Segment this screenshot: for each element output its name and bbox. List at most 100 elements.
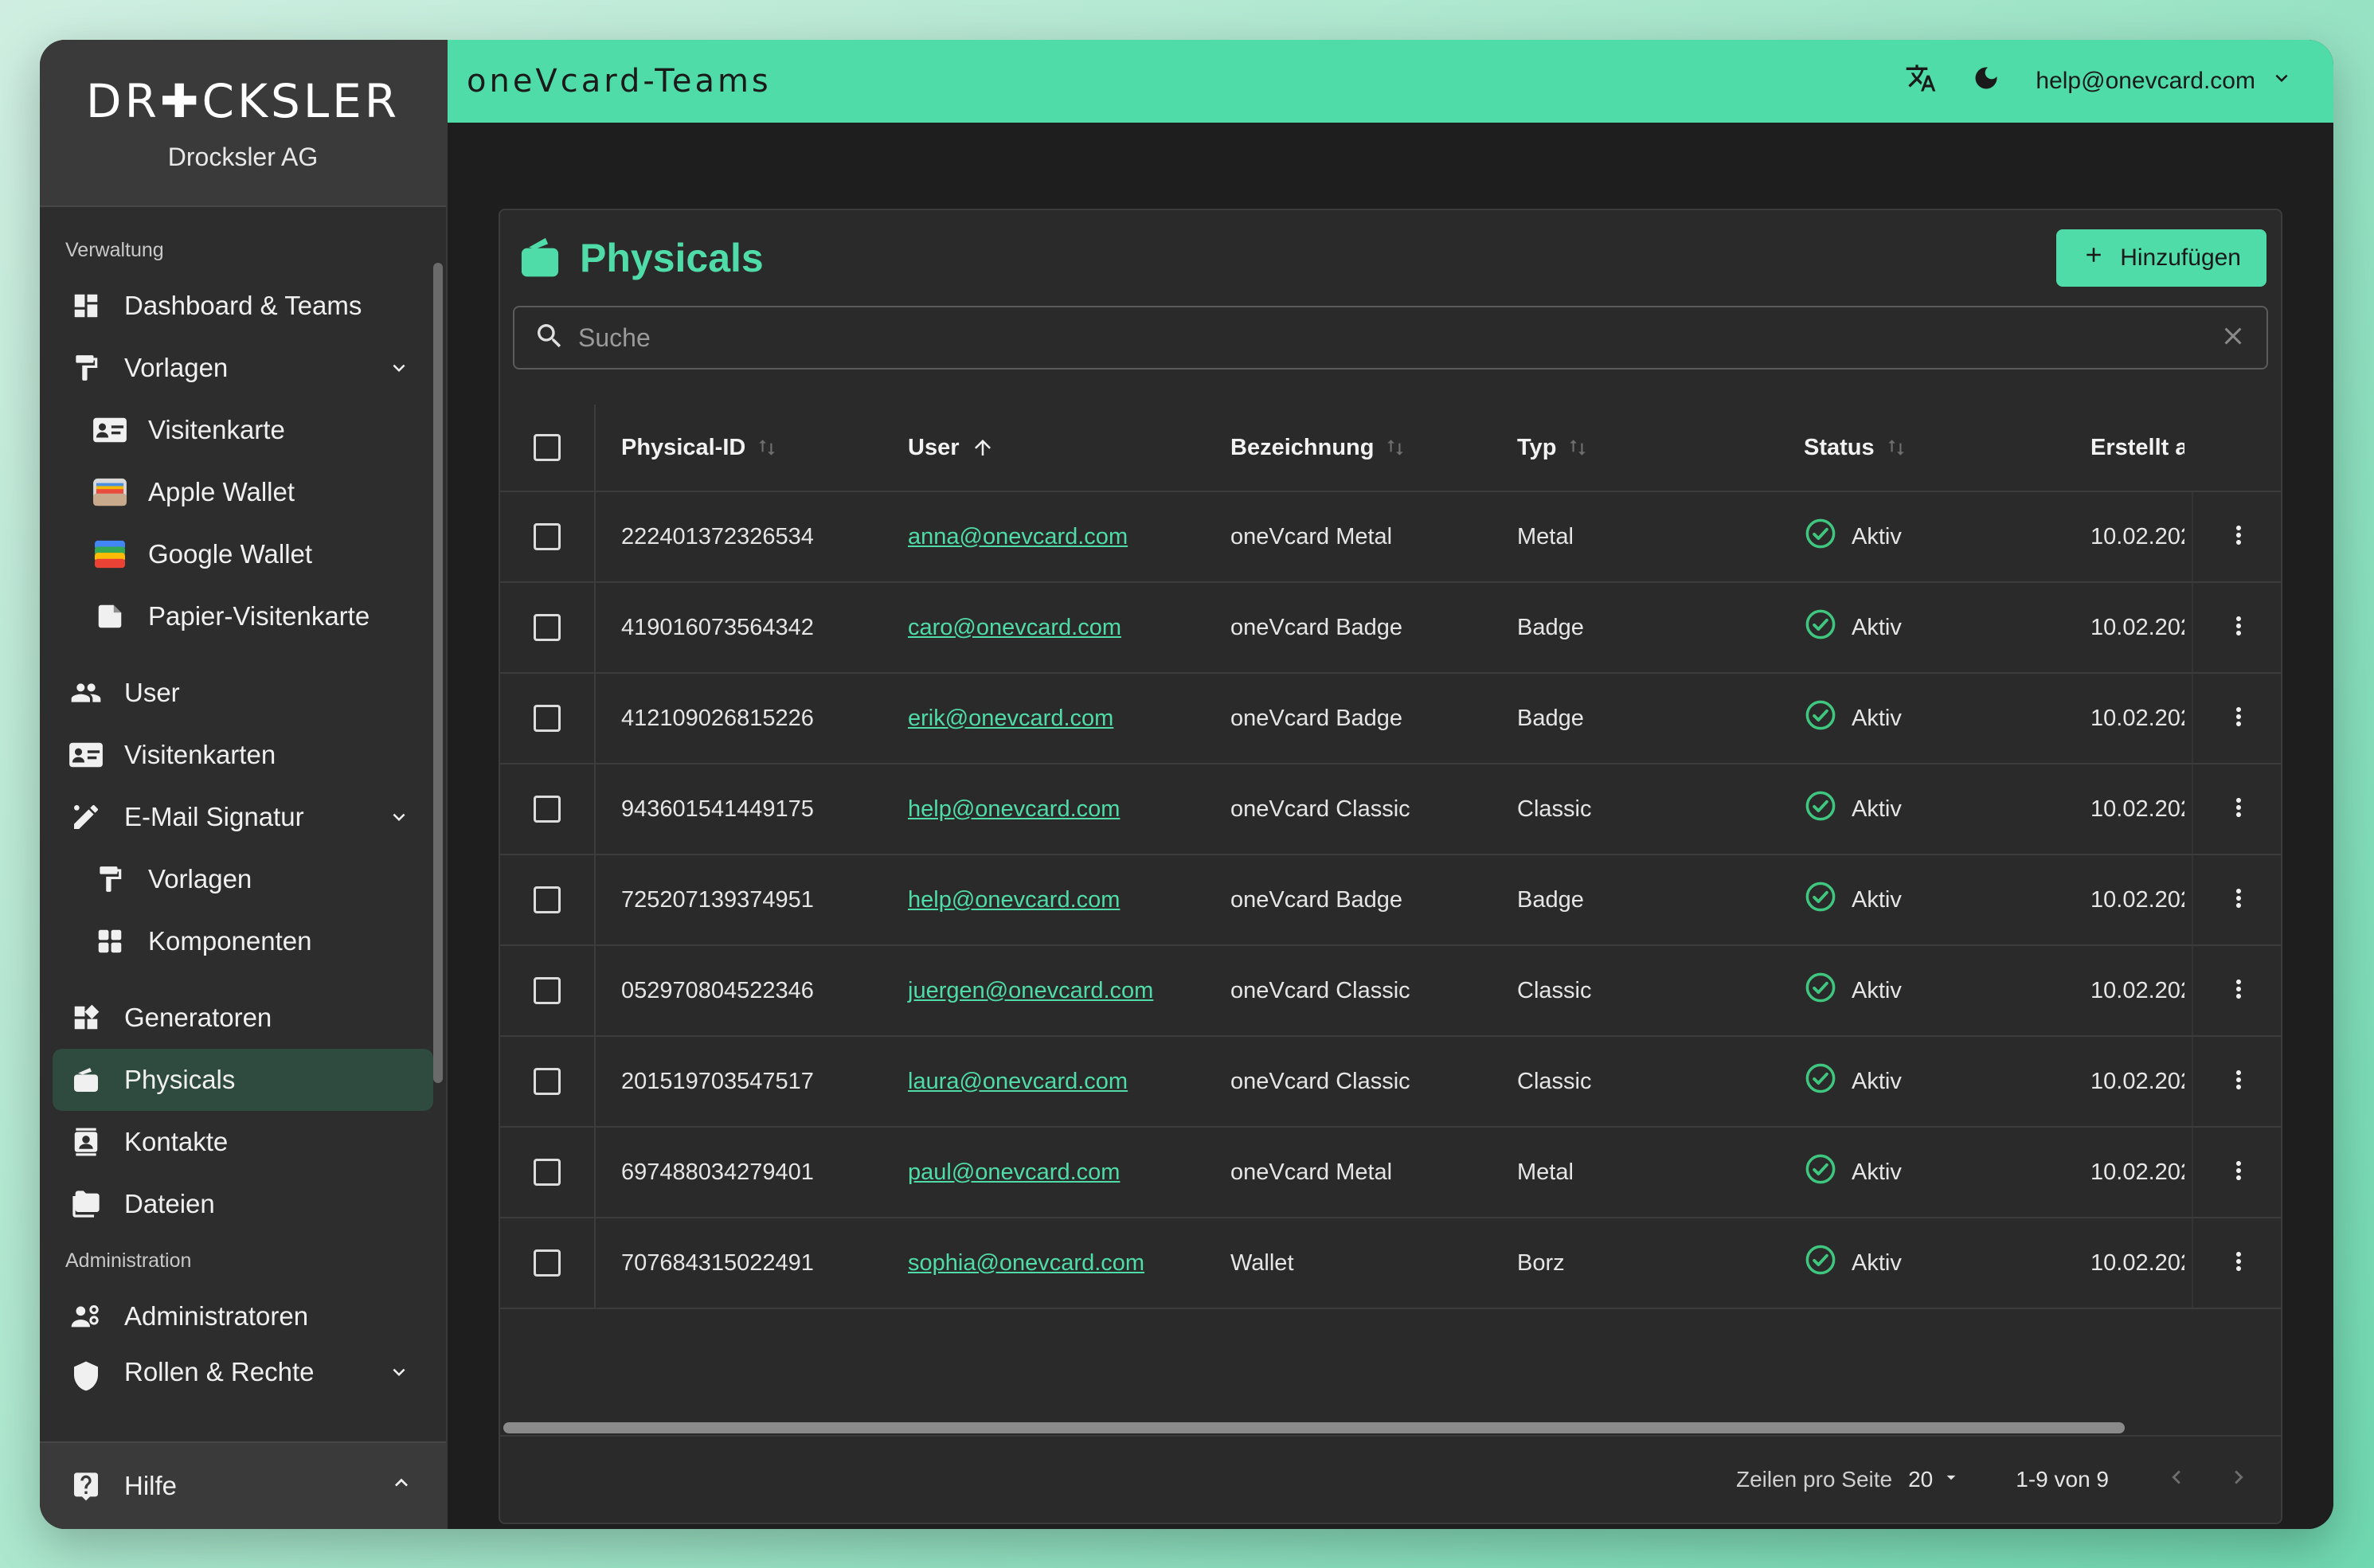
bezeichnung-cell: oneVcard Classic (1230, 1068, 1410, 1094)
chevron-down-icon[interactable] (387, 1360, 411, 1390)
table-body: 222401372326534 anna@onevcard.com oneVca… (500, 492, 2281, 1309)
table-row[interactable]: 419016073564342 caro@onevcard.com oneVca… (500, 583, 2281, 674)
row-checkbox[interactable] (534, 796, 561, 823)
user-email-link[interactable]: anna@onevcard.com (908, 524, 1128, 550)
user-cell: caro@onevcard.com (882, 615, 1205, 641)
table-row[interactable]: 943601541449175 help@onevcard.com oneVca… (500, 764, 2281, 855)
column-header-user[interactable]: User (882, 435, 1205, 461)
more-vert-icon[interactable] (2224, 521, 2253, 553)
help-icon (67, 1467, 105, 1505)
more-vert-icon[interactable] (2224, 975, 2253, 1007)
row-checkbox[interactable] (534, 977, 561, 1004)
status-text: Aktiv (1852, 614, 1902, 640)
bezeichnung-cell: oneVcard Classic (1230, 796, 1410, 822)
rows-per-page-select[interactable]: 20 (1908, 1467, 1961, 1493)
sidebar-item-label: Komponenten (148, 926, 312, 956)
sidebar-item-generatoren[interactable]: Generatoren (53, 987, 433, 1049)
column-header-typ[interactable]: Typ (1492, 435, 1778, 461)
sidebar-item-dateien[interactable]: Dateien (53, 1173, 433, 1235)
more-vert-icon[interactable] (2224, 1066, 2253, 1098)
column-header-status[interactable]: Status (1778, 435, 2065, 461)
status-cell: Aktiv (1778, 698, 2065, 738)
caret-down-icon (1941, 1467, 1961, 1493)
sidebar-item-google-wallet[interactable]: Google Wallet (53, 523, 433, 585)
sidebar-item-visitenkarten[interactable]: Visitenkarten (53, 724, 433, 786)
user-email-link[interactable]: caro@onevcard.com (908, 615, 1121, 641)
more-vert-icon[interactable] (2224, 702, 2253, 735)
sidebar-scrollbar[interactable] (433, 263, 443, 1083)
user-cell: erik@onevcard.com (882, 706, 1205, 732)
user-email-link[interactable]: help@onevcard.com (908, 796, 1120, 823)
user-email-link[interactable]: sophia@onevcard.com (908, 1250, 1144, 1277)
search-bar (513, 306, 2268, 370)
scrollbar-thumb[interactable] (503, 1422, 2125, 1433)
table-row[interactable]: 222401372326534 anna@onevcard.com oneVca… (500, 492, 2281, 583)
chevron-down-icon[interactable] (387, 805, 411, 835)
more-vert-icon[interactable] (2224, 793, 2253, 826)
user-email-link[interactable]: help@onevcard.com (908, 887, 1120, 913)
chevron-up-icon[interactable] (389, 1470, 414, 1502)
user-menu[interactable]: help@onevcard.com (2036, 66, 2294, 96)
sidebar-item-email-signatur[interactable]: E-Mail Signatur (53, 786, 433, 848)
table-row[interactable]: 052970804522346 juergen@onevcard.com one… (500, 946, 2281, 1037)
table-row[interactable]: 707684315022491 sophia@onevcard.com Wall… (500, 1218, 2281, 1309)
rows-per-page-value: 20 (1908, 1467, 1934, 1492)
user-email-link[interactable]: erik@onevcard.com (908, 706, 1113, 732)
row-checkbox[interactable] (534, 614, 561, 641)
chevron-right-icon[interactable] (2225, 1464, 2252, 1496)
row-checkbox[interactable] (534, 1249, 561, 1277)
moon-icon[interactable] (1972, 64, 2000, 99)
row-select-cell (500, 583, 596, 672)
sidebar-item-apple-wallet[interactable]: Apple Wallet (53, 461, 433, 523)
main-content: Physicals Hinzufügen Suche Physical-ID U… (448, 123, 2333, 1529)
chevron-left-icon[interactable] (2163, 1464, 2190, 1496)
created-date-cell: 10.02.2025 (2090, 705, 2184, 731)
horizontal-scrollbar[interactable] (500, 1421, 2281, 1433)
help-menu[interactable]: Hilfe (40, 1441, 446, 1529)
sidebar-item-user[interactable]: User (53, 662, 433, 724)
translate-icon[interactable] (1905, 62, 1937, 100)
more-vert-icon[interactable] (2224, 1156, 2253, 1189)
row-checkbox[interactable] (534, 1159, 561, 1186)
clear-icon[interactable] (2219, 322, 2247, 354)
sidebar-item-physicals[interactable]: Physicals (53, 1049, 433, 1111)
sidebar-item-komponenten[interactable]: Komponenten (53, 910, 433, 972)
row-checkbox[interactable] (534, 523, 561, 550)
sidebar-item-vorlagen[interactable]: Vorlagen (53, 337, 433, 399)
user-email-link[interactable]: juergen@onevcard.com (908, 978, 1153, 1004)
sidebar-item-visitenkarte[interactable]: Visitenkarte (53, 399, 433, 461)
more-vert-icon[interactable] (2224, 1247, 2253, 1280)
search-input[interactable] (578, 323, 2206, 353)
sidebar-item-papier-visitenkarte[interactable]: Papier-Visitenkarte (53, 585, 433, 647)
physicals-table: Physical-ID User Bezeichnung Typ Status … (500, 393, 2281, 1460)
add-button[interactable]: Hinzufügen (2056, 229, 2266, 287)
row-checkbox[interactable] (534, 705, 561, 732)
sidebar-item-kontakte[interactable]: Kontakte (53, 1111, 433, 1173)
rows-per-page-label: Zeilen pro Seite (1735, 1467, 1893, 1492)
created-date-cell: 10.02.2025 (2090, 886, 2184, 913)
sidebar-item-label: Visitenkarten (124, 740, 276, 769)
sidebar-item-rollen-rechte[interactable]: Rollen & Rechte (53, 1347, 433, 1395)
column-header-bezeichnung[interactable]: Bezeichnung (1205, 435, 1492, 461)
more-vert-icon[interactable] (2224, 612, 2253, 644)
bezeichnung-cell: oneVcard Metal (1230, 1159, 1393, 1185)
add-button-label: Hinzufügen (2120, 244, 2241, 271)
sidebar-item-dashboard[interactable]: Dashboard & Teams (53, 275, 433, 337)
column-header-erstellt-am[interactable]: Erstellt am (2065, 435, 2184, 461)
sidebar-item-administratoren[interactable]: Administratoren (53, 1285, 433, 1347)
more-vert-icon[interactable] (2224, 884, 2253, 917)
select-all-checkbox[interactable] (534, 434, 561, 461)
table-row[interactable]: 412109026815226 erik@onevcard.com oneVca… (500, 674, 2281, 764)
row-checkbox[interactable] (534, 1068, 561, 1095)
user-email-link[interactable]: laura@onevcard.com (908, 1069, 1128, 1095)
column-header-physical-id[interactable]: Physical-ID (596, 435, 882, 461)
table-row[interactable]: 201519703547517 laura@onevcard.com oneVc… (500, 1037, 2281, 1128)
sidebar-item-signatur-vorlagen[interactable]: Vorlagen (53, 848, 433, 910)
row-checkbox[interactable] (534, 886, 561, 913)
table-row[interactable]: 725207139374951 help@onevcard.com oneVca… (500, 855, 2281, 946)
user-email-link[interactable]: paul@onevcard.com (908, 1159, 1120, 1186)
row-select-cell (500, 1037, 596, 1126)
check-circle-icon (1804, 1062, 1837, 1101)
chevron-down-icon[interactable] (387, 356, 411, 386)
table-row[interactable]: 697488034279401 paul@onevcard.com oneVca… (500, 1128, 2281, 1218)
